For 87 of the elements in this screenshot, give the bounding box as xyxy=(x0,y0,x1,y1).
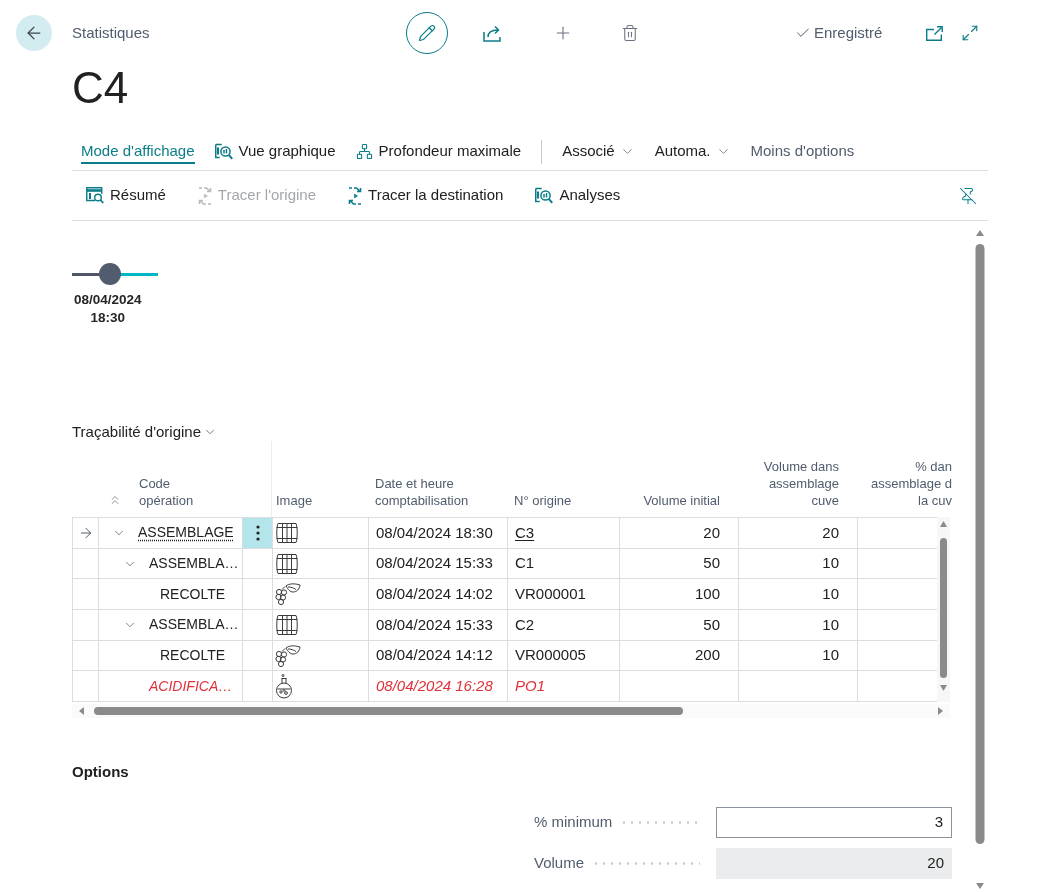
posting-date: 08/04/2024 15:33 xyxy=(376,553,493,574)
toolbar-button[interactable]: Vue graphique xyxy=(214,140,336,164)
origin-number: PO1 xyxy=(515,676,545,697)
table-row[interactable]: ASSEMBLAGE 08/04/2024 18:30 C3 20 20 xyxy=(72,518,937,549)
origin-number: C2 xyxy=(515,614,535,635)
flask-icon xyxy=(275,673,293,699)
column-header[interactable]: Volume initial xyxy=(619,492,720,509)
initial-volume: 50 xyxy=(703,614,720,635)
toolbar-button[interactable]: Tracer la destination xyxy=(348,184,504,207)
horizontal-scrollbar[interactable] xyxy=(72,704,950,719)
input-field[interactable]: 3 xyxy=(716,807,952,839)
table-search-icon xyxy=(86,187,104,204)
page-title: C4 xyxy=(72,64,129,112)
table-vertical-scrollbar[interactable] xyxy=(937,517,950,702)
section-title[interactable]: Traçabilité d'origine xyxy=(72,423,218,441)
save-status: Enregistré xyxy=(814,22,884,43)
table-row[interactable]: ASSEMBLA… 08/04/2024 15:33 C1 50 10 xyxy=(72,548,937,580)
posting-date: 08/04/2024 18:30 xyxy=(376,522,493,543)
more-vertical-icon xyxy=(255,524,260,541)
view-tab[interactable]: Mode d'affichage xyxy=(81,140,195,164)
posting-date: 08/04/2024 14:12 xyxy=(376,645,493,666)
origin-number: VR000001 xyxy=(515,583,586,604)
breadcrumb[interactable]: Statistiques xyxy=(72,21,386,45)
barrel-icon xyxy=(275,522,299,543)
column-header[interactable]: % dan assemblage d la cuv xyxy=(857,458,952,509)
timeline-slider[interactable] xyxy=(72,263,158,285)
table-row[interactable]: ASSEMBLA… 08/04/2024 15:33 C2 50 10 xyxy=(72,610,937,641)
trace-arrows-icon xyxy=(348,186,363,205)
operation-code[interactable]: ASSEMBLAGE xyxy=(138,522,234,544)
table-row[interactable]: ACIDIFICA… 08/04/2024 16:28 PO1 xyxy=(72,671,937,703)
column-header[interactable]: N° origine xyxy=(514,492,619,509)
posting-date: 08/04/2024 16:28 xyxy=(376,676,493,697)
toolbar-button[interactable]: Analyses xyxy=(535,184,621,207)
operation-code[interactable]: ASSEMBLA… xyxy=(149,614,239,636)
share-icon[interactable] xyxy=(483,24,503,42)
toolbar-button[interactable]: Résumé xyxy=(86,184,166,207)
blend-volume: 10 xyxy=(822,583,839,604)
options-title: Options xyxy=(72,762,129,783)
toolbar-button[interactable]: Profondeur maximale xyxy=(355,140,522,164)
posting-date: 08/04/2024 14:02 xyxy=(376,583,493,604)
less-options-link[interactable]: Moins d'options xyxy=(750,140,855,164)
back-button[interactable] xyxy=(16,15,52,51)
expand-icon[interactable] xyxy=(961,24,979,42)
table-row[interactable]: RECOLTE 08/04/2024 14:02 VR000001 100 10 xyxy=(72,579,937,611)
slider-thumb[interactable] xyxy=(98,263,121,285)
blend-volume: 10 xyxy=(822,553,839,574)
grapes-icon xyxy=(275,583,301,606)
initial-volume: 50 xyxy=(703,553,720,574)
column-header[interactable]: Date et heure comptabilisation xyxy=(375,475,507,509)
trace-arrows-icon xyxy=(197,186,212,205)
chart-search-icon xyxy=(214,142,233,160)
menu-button[interactable]: Associé xyxy=(562,140,635,164)
blend-volume: 10 xyxy=(822,645,839,666)
barrel-icon xyxy=(275,553,299,574)
initial-volume: 200 xyxy=(694,645,720,666)
open-window-icon[interactable] xyxy=(926,25,943,41)
column-header[interactable]: Volume dans assemblage cuve xyxy=(738,458,839,509)
pencil-icon xyxy=(418,24,436,42)
unpin-icon[interactable] xyxy=(959,186,977,205)
field-label: Volume xyxy=(534,853,585,874)
blend-volume: 20 xyxy=(822,522,839,543)
origin-number: VR000005 xyxy=(515,645,586,666)
origin-number: C1 xyxy=(515,553,535,574)
collapse-all-icon[interactable] xyxy=(108,493,122,507)
timeline-date: 08/04/2024 xyxy=(74,291,142,309)
operation-code[interactable]: ACIDIFICA… xyxy=(149,675,233,697)
initial-volume: 20 xyxy=(703,522,720,543)
barrel-icon xyxy=(275,614,299,635)
hierarchy-icon xyxy=(355,142,373,160)
table-row[interactable]: RECOLTE 08/04/2024 14:12 VR000005 200 10 xyxy=(72,640,937,672)
field-label: % minimum xyxy=(534,812,613,833)
operation-code[interactable]: ASSEMBLA… xyxy=(149,553,239,575)
origin-number[interactable]: C3 xyxy=(515,521,535,545)
menu-button[interactable]: Automa. xyxy=(654,140,731,164)
blend-volume: 10 xyxy=(822,614,839,635)
operation-code[interactable]: RECOLTE xyxy=(160,583,226,605)
posting-date: 08/04/2024 15:33 xyxy=(376,614,493,635)
trash-icon[interactable] xyxy=(621,24,639,42)
operation-code[interactable]: RECOLTE xyxy=(160,645,226,667)
readonly-field: 20 xyxy=(716,848,952,880)
row-menu-button[interactable] xyxy=(243,518,273,548)
initial-volume: 100 xyxy=(694,583,720,604)
timeline-time: 18:30 xyxy=(90,309,126,327)
column-header[interactable]: Image xyxy=(276,492,368,509)
grapes-icon xyxy=(275,644,301,667)
column-header[interactable]: Code opération xyxy=(139,475,194,509)
chart-search-icon xyxy=(535,187,554,204)
